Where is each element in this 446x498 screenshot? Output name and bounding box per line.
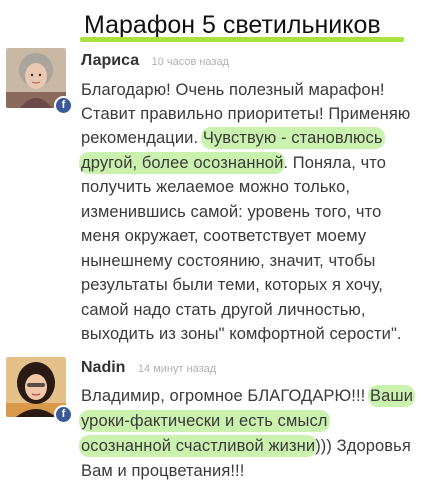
comment-author[interactable]: Лариса bbox=[81, 52, 139, 69]
comment-text-line: самой надо стать другой личностью, bbox=[81, 301, 366, 319]
comment-text-line: нынешнему состоянию, значит, чтобы bbox=[81, 252, 376, 270]
highlighted-text: другой, более осознанной bbox=[81, 154, 284, 172]
comment-text-line: Вам и процветания!!! bbox=[81, 462, 245, 480]
comment-text-line: другой, более осознанной. Поняла, что bbox=[81, 154, 387, 172]
comment-time: 14 минут назад bbox=[137, 363, 217, 375]
comment-text-line: результаты были теми, которых я хочу, bbox=[81, 276, 383, 294]
comment-text-line: уроки-фактически и есть смысл bbox=[81, 410, 328, 433]
comment-text-line: Ставит правильно приоритеты! Применяю bbox=[81, 105, 411, 123]
comment-text-line: Благодарю! Очень полезный марафон! bbox=[81, 81, 385, 99]
highlighted-text: Чувствую - становлюсь bbox=[202, 129, 383, 147]
comment-text-line: получить желаемое можно только, bbox=[81, 178, 351, 196]
comment-text-line: изменившись самой: уровень того, что bbox=[81, 203, 382, 221]
highlighted-text: осознанной счастливой жизни bbox=[81, 437, 316, 455]
facebook-icon[interactable]: f bbox=[54, 405, 73, 424]
title-underline bbox=[80, 37, 404, 42]
highlighted-text: Ваши bbox=[370, 387, 414, 405]
comment-text-line: Владимир, огромное БЛАГОДАРЮ!!! Ваши bbox=[81, 387, 414, 405]
facebook-icon[interactable]: f bbox=[54, 96, 73, 115]
comment-meta: Nadin 14 минут назад bbox=[81, 359, 216, 377]
comment-text-line: меня окружает, соответствует моему bbox=[81, 227, 367, 245]
comment-text-line: рекомендации. Чувствую - становлюсь bbox=[81, 129, 383, 147]
page-title: Марафон 5 светильников bbox=[84, 11, 381, 39]
comment-meta: Лариса 10 часов назад bbox=[81, 52, 229, 70]
comment-time: 10 часов назад bbox=[151, 56, 230, 68]
highlighted-text: уроки-фактически и есть смысл bbox=[81, 412, 328, 430]
comment-text-line: выходить из зоны" комфортной серости". bbox=[81, 325, 402, 343]
comment-author[interactable]: Nadin bbox=[81, 359, 125, 376]
comment-text-line: осознанной счастливой жизни))) Здоровья bbox=[81, 437, 411, 455]
